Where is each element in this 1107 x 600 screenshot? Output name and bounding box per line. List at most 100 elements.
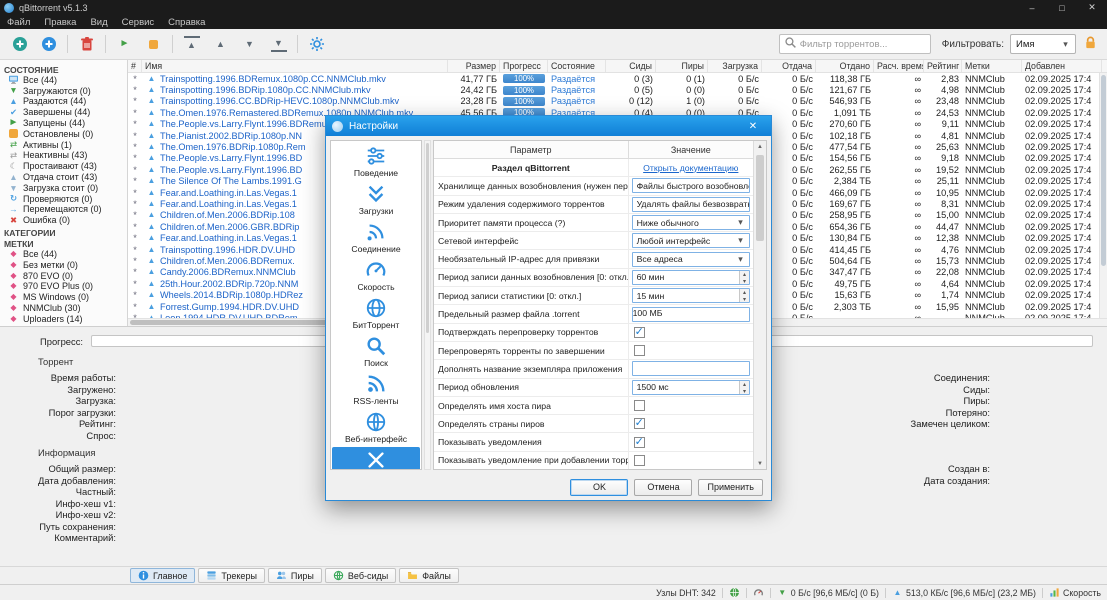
setting-checkbox[interactable] xyxy=(634,327,645,338)
sidebar-item[interactable]: Остановлены (0) xyxy=(0,128,127,139)
setting-select[interactable]: Любой интерфейс xyxy=(632,233,750,248)
settings-section-Веб-интерфейс[interactable]: Веб-интерфейс xyxy=(332,409,420,447)
resume-torrent-button[interactable] xyxy=(111,32,138,57)
menu-item-Файл[interactable]: Файл xyxy=(0,15,37,29)
dialog-scrollbar[interactable] xyxy=(753,141,766,469)
move-down-button[interactable] xyxy=(236,32,263,57)
sidebar-item[interactable]: Ошибка (0) xyxy=(0,215,127,226)
setting-checkbox[interactable] xyxy=(634,400,645,411)
sidebar-item[interactable]: Запущены (44) xyxy=(0,118,127,129)
vertical-scrollbar[interactable] xyxy=(1099,73,1107,318)
dialog-button-OK[interactable]: OK xyxy=(570,479,628,496)
setting-checkbox[interactable] xyxy=(634,418,645,429)
setting-spinbox[interactable]: 15 мин xyxy=(632,288,750,303)
setting-spinbox[interactable]: 60 мин xyxy=(632,270,750,285)
column-header[interactable]: Имя xyxy=(142,60,448,72)
delete-torrent-button[interactable] xyxy=(73,32,100,57)
spin-down-icon[interactable] xyxy=(740,388,749,395)
torrent-row[interactable]: *Trainspotting.1996.CC.BDRip-HEVC.1080p.… xyxy=(128,96,1107,107)
tab-Файлы[interactable]: Файлы xyxy=(399,568,459,583)
vertical-scrollbar-thumb[interactable] xyxy=(1101,75,1106,266)
sidebar-item[interactable]: Неактивны (43) xyxy=(0,150,127,161)
column-header[interactable]: Состояние xyxy=(548,60,606,72)
dialog-button-Применить[interactable]: Применить xyxy=(698,479,763,496)
spin-up-icon[interactable] xyxy=(740,289,749,296)
torrent-filter-input[interactable] xyxy=(800,39,926,50)
torrent-row[interactable]: *Trainspotting.1996.BDRip.1080p.CC.NNMCl… xyxy=(128,84,1107,95)
move-up-button[interactable] xyxy=(207,32,234,57)
sidebar-item[interactable]: Без метки (0) xyxy=(0,259,127,270)
setting-checkbox[interactable] xyxy=(634,455,645,466)
column-header[interactable]: Размер xyxy=(448,60,500,72)
sidebar-item[interactable]: Активны (1) xyxy=(0,139,127,150)
setting-select[interactable]: Все адреса xyxy=(632,252,750,267)
dialog-sidebar-scrollbar[interactable] xyxy=(424,140,431,470)
setting-select[interactable]: Файлы быстрого возобновления xyxy=(632,178,750,193)
column-header[interactable]: # xyxy=(128,60,142,72)
settings-section-Соединение[interactable]: Соединение xyxy=(332,219,420,257)
tab-Веб-сиды[interactable]: Веб-сиды xyxy=(325,568,396,583)
dialog-button-Отмена[interactable]: Отмена xyxy=(634,479,692,496)
settings-section-Скорость[interactable]: Скорость xyxy=(332,257,420,295)
column-header[interactable]: Сиды xyxy=(606,60,656,72)
column-header[interactable]: Метки xyxy=(962,60,1022,72)
setting-text-input[interactable] xyxy=(632,361,750,376)
add-torrent-link-button[interactable] xyxy=(6,32,33,57)
sidebar-item[interactable]: Простаивают (43) xyxy=(0,161,127,172)
setting-select[interactable]: Удалять файлы безвозвратно xyxy=(632,197,750,212)
dialog-close-button[interactable] xyxy=(741,116,765,136)
column-header[interactable]: Прогресс xyxy=(500,60,548,72)
close-button[interactable] xyxy=(1077,0,1107,15)
column-header[interactable]: Отдача xyxy=(762,60,816,72)
dialog-sidebar-scrollbar-thumb[interactable] xyxy=(426,143,429,333)
scroll-down-icon[interactable] xyxy=(754,458,766,469)
tab-Пиры[interactable]: Пиры xyxy=(268,568,322,583)
setting-spinbox[interactable]: 1500 мс xyxy=(632,380,750,395)
sidebar-item[interactable]: 970 EVO Plus (0) xyxy=(0,281,127,292)
filter-by-select[interactable]: Имя xyxy=(1010,34,1076,54)
settings-section-Поведение[interactable]: Поведение xyxy=(332,143,420,181)
options-button[interactable] xyxy=(303,32,330,57)
sidebar-item[interactable]: Загружаются (0) xyxy=(0,85,127,96)
add-torrent-file-button[interactable] xyxy=(35,32,62,57)
sidebar-item[interactable]: Перемещаются (0) xyxy=(0,204,127,215)
column-header[interactable]: Рейтинг xyxy=(924,60,962,72)
menu-item-Справка[interactable]: Справка xyxy=(161,15,212,29)
column-header[interactable]: Пиры xyxy=(656,60,708,72)
sidebar-item[interactable]: MS Windows (0) xyxy=(0,292,127,303)
settings-section-БитТоррент[interactable]: БитТоррент xyxy=(332,295,420,333)
documentation-link[interactable]: Открыть документацию xyxy=(643,163,738,173)
sidebar-item[interactable]: Отдача стоит (43) xyxy=(0,172,127,183)
setting-select[interactable]: Ниже обычного xyxy=(632,215,750,230)
setting-text-input[interactable]: 100 МБ xyxy=(632,307,750,322)
sidebar-item[interactable]: NNMClub (30) xyxy=(0,303,127,314)
spin-down-icon[interactable] xyxy=(740,278,749,285)
column-header[interactable]: Добавлен xyxy=(1022,60,1102,72)
sidebar-item[interactable]: Загрузка стоит (0) xyxy=(0,182,127,193)
dialog-titlebar[interactable]: Настройки xyxy=(326,116,771,136)
sidebar-item[interactable]: Все (44) xyxy=(0,249,127,260)
setting-checkbox[interactable] xyxy=(634,345,645,356)
settings-section-Поиск[interactable]: Поиск xyxy=(332,333,420,371)
spin-up-icon[interactable] xyxy=(740,271,749,278)
spin-down-icon[interactable] xyxy=(740,296,749,303)
menu-item-Правка[interactable]: Правка xyxy=(37,15,83,29)
maximize-button[interactable] xyxy=(1047,0,1077,15)
speed-button[interactable]: Скорость xyxy=(1049,587,1101,598)
spin-up-icon[interactable] xyxy=(740,381,749,388)
sidebar-item[interactable]: Раздаются (44) xyxy=(0,96,127,107)
sidebar-item[interactable]: Завершены (44) xyxy=(0,107,127,118)
tab-Трекеры[interactable]: Трекеры xyxy=(198,568,265,583)
scroll-up-icon[interactable] xyxy=(754,141,766,152)
sidebar-item[interactable]: Uploaders (14) xyxy=(0,313,127,324)
settings-section-Расширенные[interactable]: Расширенные xyxy=(332,447,420,470)
column-header[interactable]: Отдано xyxy=(816,60,874,72)
column-header[interactable]: Расч. время xyxy=(874,60,924,72)
minimize-button[interactable] xyxy=(1017,0,1047,15)
lock-button[interactable] xyxy=(1083,35,1098,53)
dialog-scrollbar-thumb[interactable] xyxy=(756,155,764,241)
move-bottom-button[interactable] xyxy=(265,32,292,57)
move-top-button[interactable] xyxy=(178,32,205,57)
menu-item-Вид[interactable]: Вид xyxy=(83,15,114,29)
setting-checkbox[interactable] xyxy=(634,437,645,448)
